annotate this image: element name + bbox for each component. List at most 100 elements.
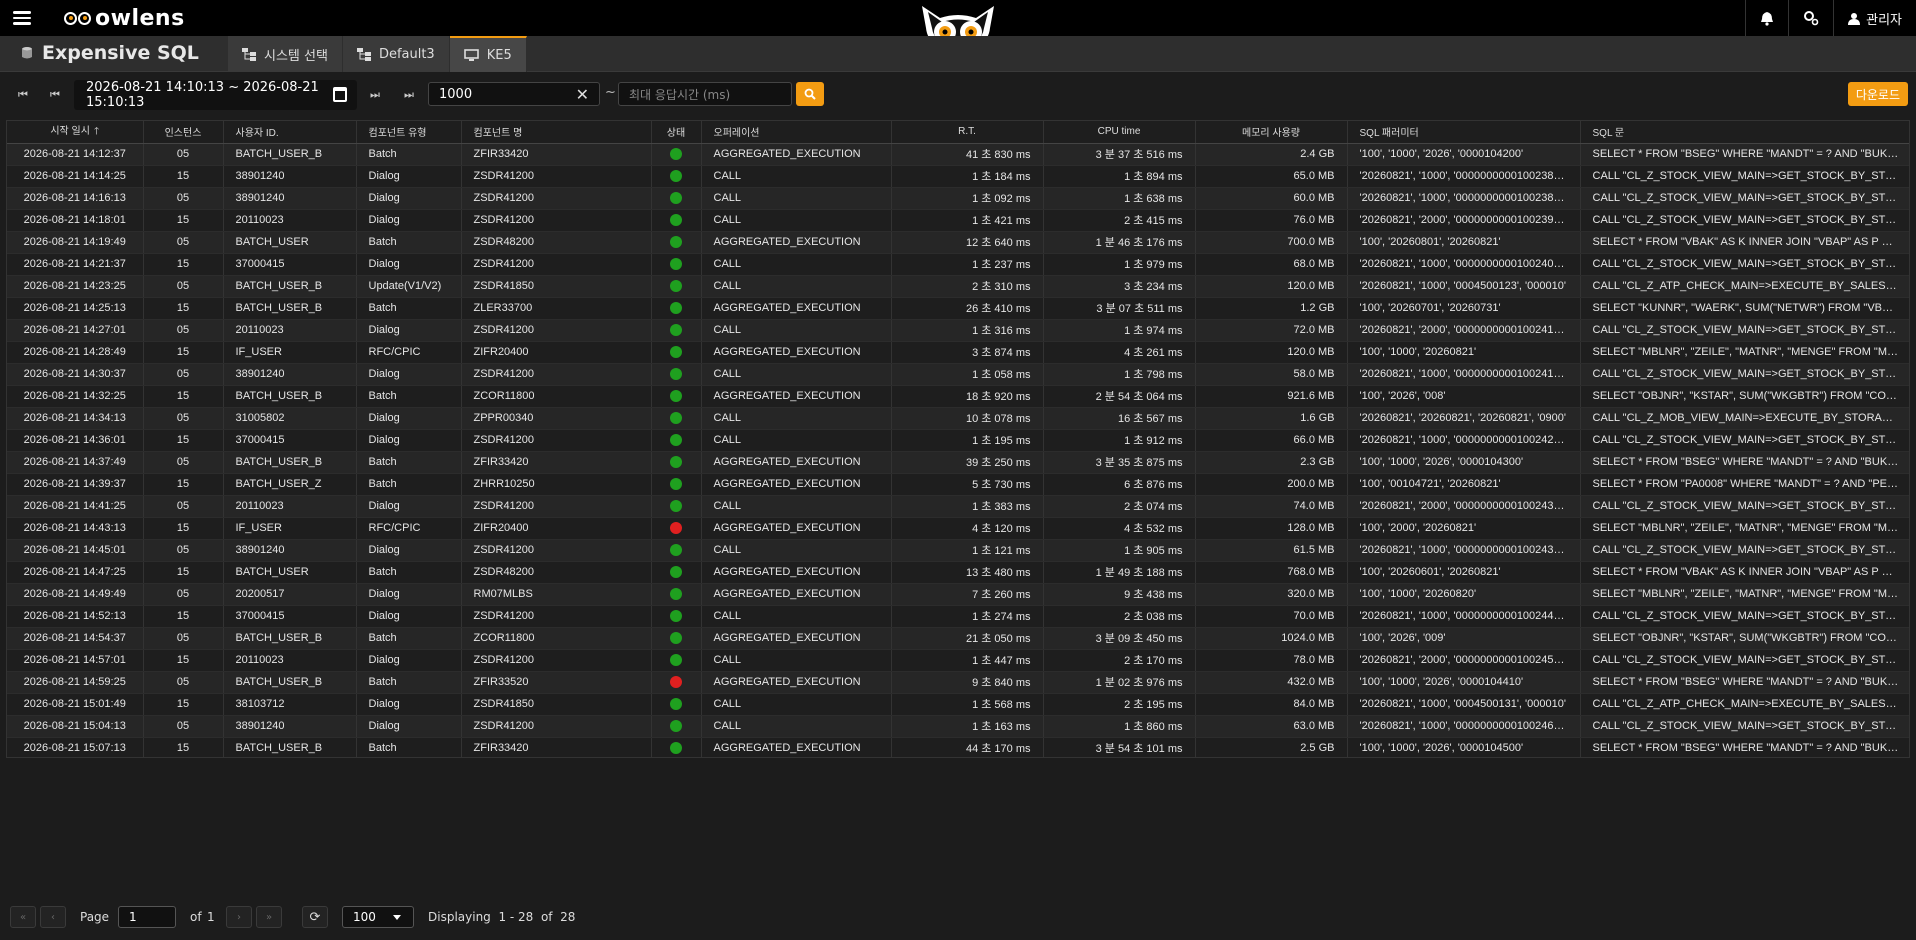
cell-params: '100', '00104721', '20260821': [1347, 473, 1581, 496]
cell-start: 2026-08-21 14:34:13: [7, 407, 144, 430]
cell-mem: 72.0 MB: [1195, 319, 1348, 342]
clear-icon[interactable]: ✕: [576, 85, 589, 104]
cell-type: Dialog: [356, 253, 462, 276]
cell-inst: 15: [143, 517, 224, 540]
max-response-time-input[interactable]: 최대 응답시간 (ms): [618, 82, 792, 106]
column-header[interactable]: 컴포넌트 유형: [356, 121, 462, 144]
first-range-button[interactable]: ⏮: [10, 82, 36, 108]
table-row[interactable]: 2026-08-21 14:41:25 05 20110023 Dialog ZSDR4…: [7, 495, 1909, 518]
first-page-button[interactable]: «: [10, 906, 36, 928]
table-row[interactable]: 2026-08-21 14:18:01 15 20110023 Dialog ZSDR4…: [7, 209, 1909, 232]
cell-inst: 15: [143, 209, 224, 232]
settings-button[interactable]: [1789, 0, 1833, 36]
column-header[interactable]: R.T.: [891, 121, 1044, 144]
cell-rt: 1 초 568 ms: [891, 693, 1044, 716]
download-button[interactable]: 다운로드: [1847, 82, 1908, 106]
table-row[interactable]: 2026-08-21 14:14:25 15 38901240 Dialog ZSDR4…: [7, 165, 1909, 188]
table-row[interactable]: 2026-08-21 14:28:49 15 IF_USER RFC/CPIC ZIFR…: [7, 341, 1909, 364]
table-row[interactable]: 2026-08-21 14:54:37 05 BATCH_USER_B Batch ZC…: [7, 627, 1909, 650]
table-row[interactable]: 2026-08-21 14:30:37 05 38901240 Dialog ZSDR4…: [7, 363, 1909, 386]
table-row[interactable]: 2026-08-21 14:16:13 05 38901240 Dialog ZSDR4…: [7, 187, 1909, 210]
prev-page-button[interactable]: ‹: [40, 906, 66, 928]
cell-cpu: 2 분 54 초 064 ms: [1043, 385, 1196, 408]
table-row[interactable]: 2026-08-21 14:36:01 15 37000415 Dialog ZSDR4…: [7, 429, 1909, 452]
cell-cpu: 3 분 35 초 875 ms: [1043, 451, 1196, 474]
table-row[interactable]: 2026-08-21 14:12:37 05 BATCH_USER_B Batch ZF…: [7, 143, 1909, 166]
prev-range-button[interactable]: ⏮: [42, 82, 68, 108]
table-row[interactable]: 2026-08-21 14:27:01 05 20110023 Dialog ZSDR4…: [7, 319, 1909, 342]
last-page-button[interactable]: »: [256, 906, 282, 928]
table-row[interactable]: 2026-08-21 14:49:49 05 20200517 Dialog RM07M…: [7, 583, 1909, 606]
cell-cpu: 1 초 912 ms: [1043, 429, 1196, 452]
cell-cpu: 16 초 567 ms: [1043, 407, 1196, 430]
last-range-button[interactable]: ⏭: [396, 82, 422, 108]
table-row[interactable]: 2026-08-21 15:07:13 15 BATCH_USER_B Batch ZF…: [7, 737, 1909, 757]
cell-params: '20260821', '2000', '0000000000100243000…: [1347, 495, 1581, 518]
status-dot-icon: [670, 610, 682, 623]
table-row[interactable]: 2026-08-21 14:39:37 15 BATCH_USER_Z Batch ZH…: [7, 473, 1909, 496]
cell-type: Batch: [356, 385, 462, 408]
notifications-button[interactable]: [1746, 0, 1788, 36]
next-page-button[interactable]: ›: [226, 906, 252, 928]
column-header[interactable]: 상태: [651, 121, 702, 144]
table-row[interactable]: 2026-08-21 14:21:37 15 37000415 Dialog ZSDR4…: [7, 253, 1909, 276]
column-header[interactable]: CPU time: [1043, 121, 1196, 144]
next-range-button[interactable]: ⏭: [362, 82, 388, 108]
cell-op: AGGREGATED_EXECUTION: [701, 341, 892, 364]
cell-params: '20260821', '2000', '0000000000100239000…: [1347, 209, 1581, 232]
tab-default3[interactable]: Default3: [342, 36, 450, 72]
cell-status: [651, 495, 702, 518]
cell-op: AGGREGATED_EXECUTION: [701, 671, 892, 694]
tab-ke5[interactable]: KE5: [449, 36, 527, 72]
cell-cpu: 1 초 860 ms: [1043, 715, 1196, 738]
min-response-time-input[interactable]: 1000 ✕: [428, 82, 600, 106]
table-row[interactable]: 2026-08-21 14:19:49 05 BATCH_USER Batch ZSDR…: [7, 231, 1909, 254]
table-row[interactable]: 2026-08-21 14:47:25 15 BATCH_USER Batch ZSDR…: [7, 561, 1909, 584]
table-row[interactable]: 2026-08-21 14:37:49 05 BATCH_USER_B Batch ZF…: [7, 451, 1909, 474]
status-dot-icon: [670, 588, 682, 601]
cell-user: 38901240: [223, 715, 357, 738]
column-header[interactable]: 컴포넌트 명: [461, 121, 652, 144]
cell-params: '20260821', '20260821', '20260821', '090…: [1347, 407, 1581, 430]
status-dot-icon: [670, 192, 682, 205]
column-header[interactable]: 오퍼레이션: [701, 121, 892, 144]
cell-rt: 1 초 121 ms: [891, 539, 1044, 562]
user-menu-button[interactable]: 관리자: [1834, 0, 1916, 36]
search-button[interactable]: [796, 82, 824, 106]
refresh-button[interactable]: ⟳: [302, 906, 328, 928]
status-dot-icon: [670, 434, 682, 447]
double-chevron-left-icon: «: [19, 911, 27, 923]
table-row[interactable]: 2026-08-21 15:04:13 05 38901240 Dialog ZSDR4…: [7, 715, 1909, 738]
cell-status: [651, 605, 702, 628]
column-header[interactable]: 시작 일시 🡑: [7, 121, 144, 144]
cell-type: Dialog: [356, 319, 462, 342]
date-range-picker[interactable]: 2026-08-21 14:10:13 ~ 2026-08-21 15:10:1…: [74, 80, 357, 110]
cell-start: 2026-08-21 14:41:25: [7, 495, 144, 518]
column-header[interactable]: SQL 패러미터: [1347, 121, 1581, 144]
column-header[interactable]: 사용자 ID.: [223, 121, 357, 144]
page-size-select[interactable]: 100: [342, 906, 414, 928]
column-header[interactable]: 메모리 사용량: [1195, 121, 1348, 144]
table-row[interactable]: 2026-08-21 14:34:13 05 31005802 Dialog ZPPR0…: [7, 407, 1909, 430]
menu-icon[interactable]: [8, 6, 36, 30]
calendar-icon[interactable]: [333, 87, 347, 102]
table-row[interactable]: 2026-08-21 14:25:13 15 BATCH_USER_B Batch ZL…: [7, 297, 1909, 320]
table-row[interactable]: 2026-08-21 15:01:49 15 38103712 Dialog ZSDR4…: [7, 693, 1909, 716]
table-row[interactable]: 2026-08-21 14:32:25 15 BATCH_USER_B Batch ZC…: [7, 385, 1909, 408]
table-row[interactable]: 2026-08-21 14:23:25 05 BATCH_USER_B Update(…: [7, 275, 1909, 298]
cell-status: [651, 737, 702, 757]
app-logo[interactable]: owlens: [64, 5, 185, 31]
table-row[interactable]: 2026-08-21 14:57:01 15 20110023 Dialog ZSDR4…: [7, 649, 1909, 672]
page-number-input[interactable]: 1: [118, 906, 176, 928]
cell-type: Dialog: [356, 165, 462, 188]
cell-params: '20260821', '1000', '0000000000100243000…: [1347, 539, 1581, 562]
column-header[interactable]: 인스턴스: [143, 121, 224, 144]
table-row[interactable]: 2026-08-21 14:43:13 15 IF_USER RFC/CPIC ZIFR…: [7, 517, 1909, 540]
table-row[interactable]: 2026-08-21 14:45:01 05 38901240 Dialog ZSDR4…: [7, 539, 1909, 562]
table-row[interactable]: 2026-08-21 14:59:25 05 BATCH_USER_B Batch ZF…: [7, 671, 1909, 694]
cell-op: CALL: [701, 495, 892, 518]
tab-system-select[interactable]: 시스템 선택: [228, 36, 343, 72]
cell-sql: SELECT * FROM "PA0008" WHERE "MANDT" = ?…: [1580, 473, 1909, 496]
column-header[interactable]: SQL 문: [1580, 121, 1909, 144]
table-row[interactable]: 2026-08-21 14:52:13 15 37000415 Dialog ZSDR4…: [7, 605, 1909, 628]
